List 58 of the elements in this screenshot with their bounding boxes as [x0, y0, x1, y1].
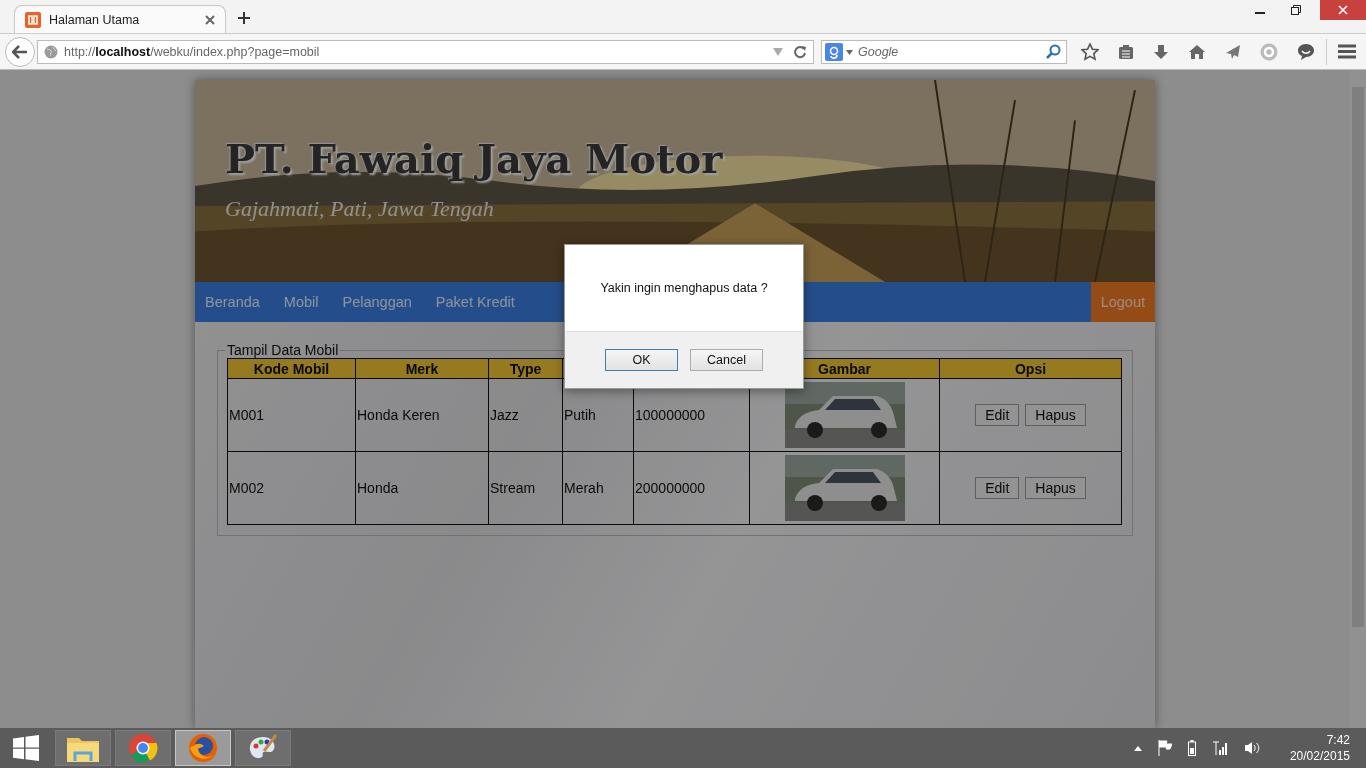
download-icon[interactable]	[1153, 43, 1169, 60]
taskbar-button[interactable]	[55, 730, 111, 766]
bookmark-star-icon[interactable]	[1081, 42, 1099, 61]
taskbar-button[interactable]	[115, 730, 171, 766]
table-cell: Jazz	[488, 378, 563, 452]
speaker-icon[interactable]	[1243, 741, 1260, 755]
caret-icon[interactable]	[846, 49, 853, 55]
menu-icon[interactable]	[1338, 44, 1356, 59]
close-button[interactable]	[1320, 0, 1366, 20]
taskbar-button[interactable]	[235, 730, 291, 766]
search-field[interactable]: Google	[821, 39, 1067, 64]
search-icon[interactable]	[1046, 43, 1061, 59]
back-button[interactable]	[5, 36, 35, 67]
column-header: Kode Mobil	[227, 358, 356, 379]
table-cell: 200000000	[633, 451, 750, 525]
dialog-message: Yakin ingin menghapus data ?	[600, 281, 768, 295]
battery-icon[interactable]	[1187, 740, 1196, 756]
action-button[interactable]: Edit	[975, 404, 1020, 426]
globe-icon	[44, 44, 58, 59]
action-button[interactable]: Edit	[975, 477, 1020, 499]
start-icon[interactable]	[13, 735, 39, 761]
restore-icon[interactable]	[1291, 5, 1301, 15]
browser-tab[interactable]: Halaman Utama	[14, 5, 226, 33]
fox-globe-icon	[188, 733, 218, 763]
table-cell: Honda	[355, 451, 489, 525]
address-field[interactable]: http://localhost/webku/index.php?page=mobil	[37, 39, 814, 64]
home-icon[interactable]	[1188, 43, 1206, 60]
caret-icon[interactable]	[1133, 745, 1142, 751]
app-icon	[25, 11, 41, 28]
panel-legend: Tampil Data Mobil	[225, 342, 341, 358]
action-button[interactable]: Hapus	[1025, 477, 1086, 499]
action-button[interactable]: Hapus	[1025, 404, 1086, 426]
table-cell: M002	[227, 451, 356, 525]
close-icon[interactable]	[205, 14, 215, 25]
table-cell: Honda Keren	[355, 378, 489, 452]
back-arrow-icon	[12, 44, 28, 59]
new-tab-icon[interactable]	[238, 12, 250, 24]
dialog-button[interactable]: OK	[605, 349, 678, 371]
column-header: Opsi	[939, 358, 1122, 379]
clipboard-icon[interactable]	[1118, 43, 1134, 60]
scrollbar[interactable]	[1350, 70, 1366, 728]
browser-icon	[128, 733, 158, 763]
reload-icon[interactable]	[793, 44, 807, 59]
column-header: Merk	[355, 358, 489, 379]
flag-icon[interactable]	[1157, 740, 1172, 756]
table-cell: Merah	[562, 451, 634, 525]
paper-plane-icon[interactable]	[1225, 43, 1241, 60]
dialog-button[interactable]: Cancel	[690, 349, 763, 371]
taskbar-button[interactable]	[175, 730, 231, 766]
signal-icon[interactable]	[1211, 741, 1228, 755]
close-icon	[1338, 5, 1348, 15]
chat-smiley-icon[interactable]	[1297, 43, 1315, 60]
site-subtitle: Gajahmati, Pati, Jawa Tengah	[225, 196, 494, 222]
clock[interactable]: 7:42 20/02/2015	[1289, 732, 1356, 764]
table-cell: Stream	[488, 451, 563, 525]
table-cell: M001	[227, 378, 356, 452]
column-header: Type	[488, 358, 563, 379]
site-title: PT. Fawaiq Jaya Motor	[225, 135, 723, 182]
